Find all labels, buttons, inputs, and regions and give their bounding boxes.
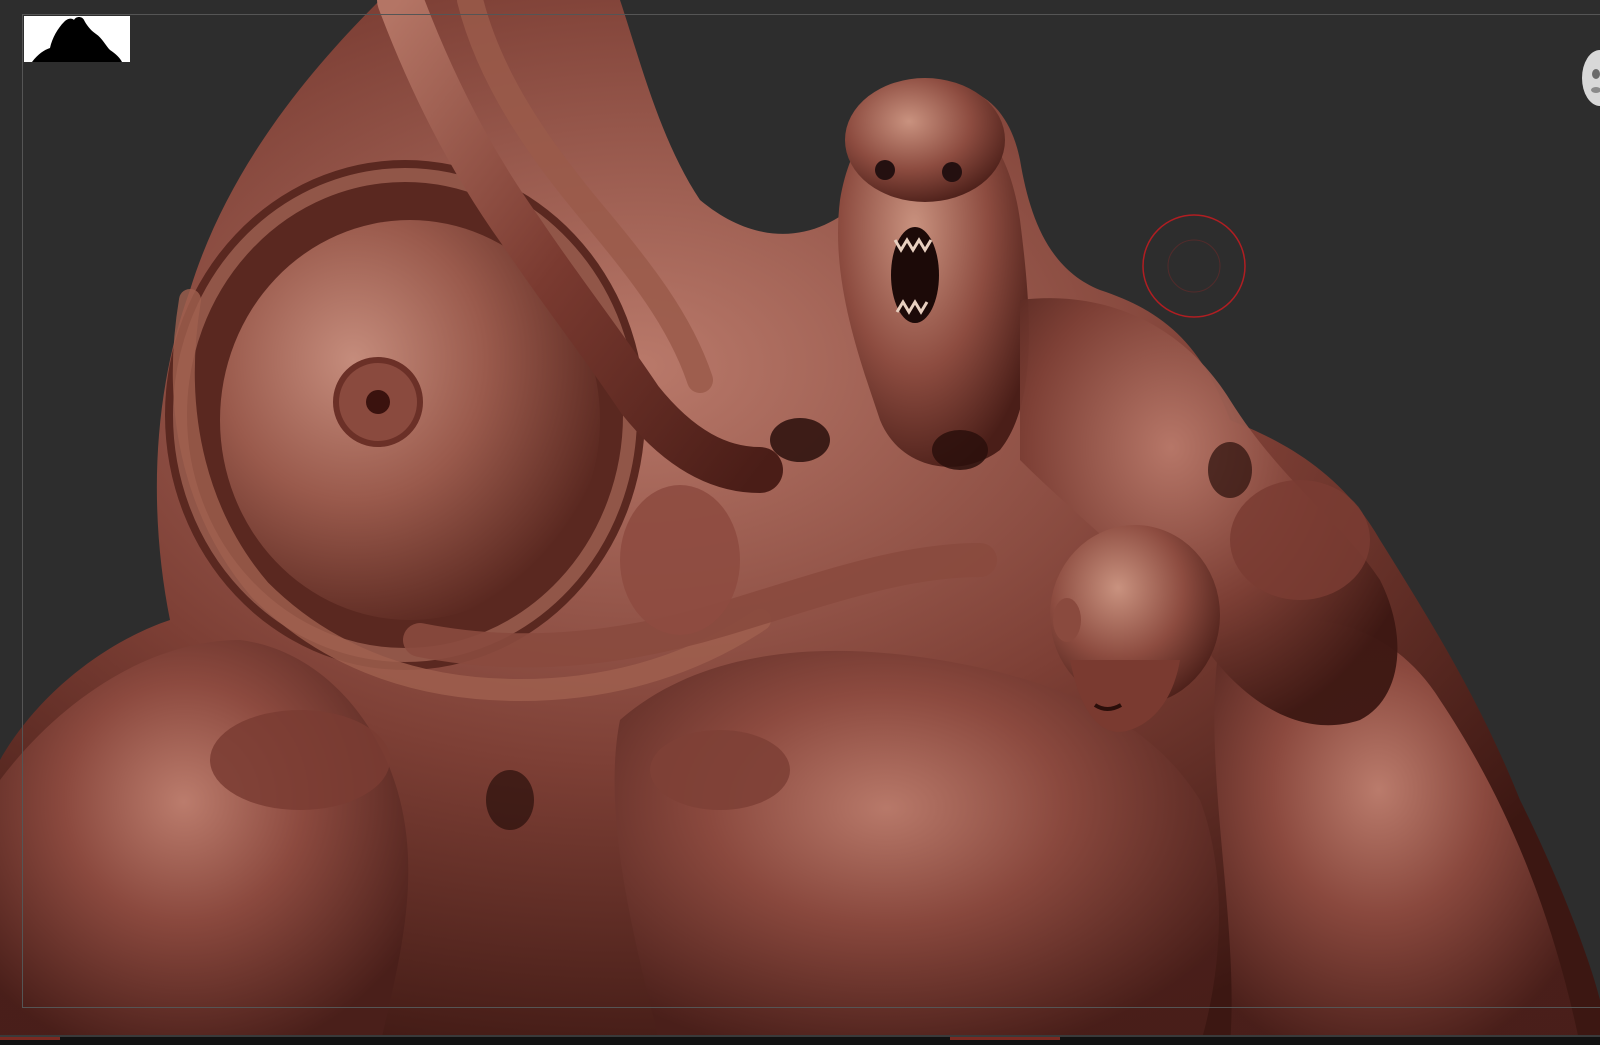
bottom-status-bar [0, 1035, 1600, 1045]
flesh-cavity [1208, 442, 1252, 498]
zbrush-viewport[interactable] [0, 0, 1600, 1045]
status-marker [950, 1037, 1060, 1040]
head-gizmo-icon[interactable] [1580, 28, 1600, 118]
skull-eye-right [942, 162, 962, 182]
flesh-cavity [932, 430, 988, 470]
eyeball-pupil-core [366, 390, 390, 414]
flesh-knot [1230, 480, 1370, 600]
flesh-knot [210, 710, 390, 810]
screaming-skull-icon [845, 78, 1005, 202]
brush-cursor-icon[interactable] [1141, 213, 1247, 319]
human-head-ear [1053, 598, 1081, 642]
flesh-knot [620, 485, 740, 635]
flesh-knot [650, 730, 790, 810]
flesh-cavity [770, 418, 830, 462]
sculpted-creature-model[interactable] [0, 0, 1600, 1045]
status-marker [0, 1037, 60, 1040]
skull-eye-left [875, 160, 895, 180]
silhouette-thumbnail-icon[interactable] [24, 16, 130, 62]
flesh-cavity [486, 770, 534, 830]
